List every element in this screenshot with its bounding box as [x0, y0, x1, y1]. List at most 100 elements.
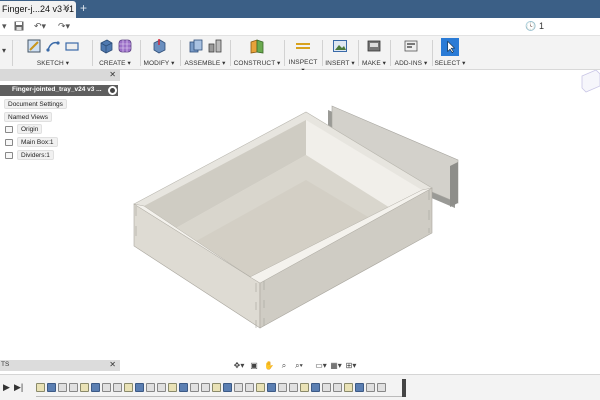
active-radio-icon[interactable] — [108, 86, 117, 95]
browser-root-node[interactable]: Finger-jointed_tray_v24 v3 ... — [0, 85, 118, 96]
root-node-label: Finger-jointed_tray_v24 v3 ... — [12, 86, 102, 93]
grid-menu-icon[interactable]: ▾ — [2, 21, 7, 32]
close-icon[interactable]: ✕ — [109, 70, 116, 79]
insert-image-icon[interactable] — [332, 38, 348, 54]
timeline-feature-extrude-icon[interactable] — [135, 383, 144, 392]
timeline-feature-joint-icon[interactable] — [113, 383, 122, 392]
zoom-icon[interactable]: ⌕ — [278, 360, 290, 371]
job-status[interactable]: 🕓 1 — [525, 21, 544, 32]
timeline-feature-joint-icon[interactable] — [58, 383, 67, 392]
timeline-feature-joint-icon[interactable] — [289, 383, 298, 392]
line-icon[interactable] — [45, 38, 61, 54]
modify-group[interactable]: MODIFY ▾ — [142, 36, 176, 70]
divider-panel-edge — [450, 162, 458, 207]
display-settings-icon[interactable]: ▭▾ — [315, 360, 327, 371]
save-icon[interactable] — [14, 21, 24, 33]
timeline-feature-joint-icon[interactable] — [201, 383, 210, 392]
timeline-feature-extrude-icon[interactable] — [311, 383, 320, 392]
joint-icon[interactable] — [207, 38, 223, 54]
timeline-feature-extrude-icon[interactable] — [179, 383, 188, 392]
browser-item-label: Document Settings — [8, 101, 63, 108]
close-icon[interactable]: ✕ — [62, 3, 70, 14]
assemble-group[interactable]: ASSEMBLE ▾ — [182, 36, 228, 70]
press-pull-icon[interactable] — [151, 38, 167, 54]
inspect-group[interactable]: INSPECT ▾ — [286, 36, 320, 74]
modify-label: MODIFY ▾ — [143, 60, 175, 67]
timeline-feature-joint-icon[interactable] — [366, 383, 375, 392]
sketch-label: SKETCH ▾ — [36, 60, 70, 67]
measure-icon[interactable] — [295, 38, 311, 54]
timeline-feature-sketch-icon[interactable] — [300, 383, 309, 392]
timeline-feature-sketch-icon[interactable] — [256, 383, 265, 392]
timeline-feature-joint-icon[interactable] — [377, 383, 386, 392]
pan-icon[interactable]: ✋ — [263, 360, 275, 371]
orbit-icon[interactable]: ✥▾ — [233, 360, 245, 371]
comments-panel-bar[interactable]: TS ✕ — [0, 360, 120, 371]
timeline-feature-joint-icon[interactable] — [190, 383, 199, 392]
timeline-feature-joint-icon[interactable] — [102, 383, 111, 392]
zoom-window-icon[interactable]: ⌕▾ — [293, 360, 305, 371]
timeline-feature-extrude-icon[interactable] — [223, 383, 232, 392]
timeline-feature-joint-icon[interactable] — [322, 383, 331, 392]
timeline-feature-sketch-icon[interactable] — [168, 383, 177, 392]
timeline-feature-joint-icon[interactable] — [69, 383, 78, 392]
timeline-marker[interactable] — [402, 379, 406, 397]
timeline-feature-joint-icon[interactable] — [245, 383, 254, 392]
rectangle-icon[interactable] — [64, 38, 80, 54]
sketch-group[interactable]: SKETCH ▾ — [16, 36, 90, 70]
create-sketch-icon[interactable] — [26, 38, 42, 54]
timeline-feature-extrude-icon[interactable] — [267, 383, 276, 392]
timeline-feature-joint-icon[interactable] — [278, 383, 287, 392]
workspace-dropdown[interactable]: ▾ — [2, 46, 6, 55]
redo-icon[interactable]: ↷▾ — [58, 21, 70, 32]
new-component-icon[interactable] — [188, 38, 204, 54]
timeline-feature-extrude-icon[interactable] — [355, 383, 364, 392]
timeline: ▶ ▶| — [0, 374, 600, 400]
document-tab[interactable]: Finger-j...24 v3 v1 ✕ — [0, 1, 76, 18]
timeline-feature-sketch-icon[interactable] — [80, 383, 89, 392]
timeline-feature-extrude-icon[interactable] — [47, 383, 56, 392]
undo-icon[interactable]: ↶▾ — [34, 21, 46, 32]
timeline-feature-joint-icon[interactable] — [234, 383, 243, 392]
browser-item-label: Origin — [21, 126, 39, 133]
add-ins-group[interactable]: ADD-INS ▾ — [392, 36, 430, 70]
canvas-viewport[interactable] — [120, 70, 600, 370]
model-tray[interactable] — [120, 70, 600, 370]
timeline-feature-joint-icon[interactable] — [333, 383, 342, 392]
timeline-feature-extrude-icon[interactable] — [91, 383, 100, 392]
3d-print-icon[interactable] — [366, 38, 382, 54]
view-cube-icon[interactable] — [581, 70, 600, 93]
timeline-feature-sketch-icon[interactable] — [344, 383, 353, 392]
timeline-feature-sketch-icon[interactable] — [36, 383, 45, 392]
insert-group[interactable]: INSERT ▾ — [324, 36, 356, 70]
select-label: SELECT ▾ — [434, 60, 466, 67]
timeline-feature-joint-icon[interactable] — [146, 383, 155, 392]
create-group[interactable]: CREATE ▾ — [94, 36, 136, 70]
browser-item-origin[interactable]: Origin — [17, 124, 43, 134]
step-end-icon[interactable]: ▶| — [14, 382, 23, 393]
new-tab-icon[interactable]: + — [80, 1, 87, 15]
close-icon[interactable]: ✕ — [109, 360, 116, 369]
scripts-icon[interactable] — [403, 38, 419, 54]
browser-item-document-settings[interactable]: Document Settings — [4, 99, 67, 109]
look-at-icon[interactable]: ▣ — [248, 360, 260, 371]
construct-group[interactable]: CONSTRUCT ▾ — [232, 36, 282, 70]
play-icon[interactable]: ▶ — [3, 382, 10, 393]
browser-item-main-box[interactable]: Main Box:1 — [17, 137, 58, 147]
component-icon — [5, 152, 13, 159]
viewports-icon[interactable]: ⊞▾ — [345, 360, 357, 371]
timeline-feature-sketch-icon[interactable] — [124, 383, 133, 392]
browser-item-named-views[interactable]: Named Views — [4, 112, 52, 122]
select-group[interactable]: SELECT ▾ — [434, 36, 466, 70]
extrude-icon[interactable] — [98, 38, 114, 54]
browser-item-dividers[interactable]: Dividers:1 — [17, 150, 54, 160]
offset-plane-icon[interactable] — [249, 38, 265, 54]
form-icon[interactable] — [117, 38, 133, 54]
grid-settings-icon[interactable]: ▦▾ — [330, 360, 342, 371]
make-group[interactable]: MAKE ▾ — [360, 36, 388, 70]
create-label: CREATE ▾ — [99, 60, 131, 67]
timeline-feature-joint-icon[interactable] — [157, 383, 166, 392]
timeline-feature-sketch-icon[interactable] — [212, 383, 221, 392]
select-cursor-icon[interactable] — [441, 38, 459, 56]
job-count: 1 — [538, 21, 544, 31]
